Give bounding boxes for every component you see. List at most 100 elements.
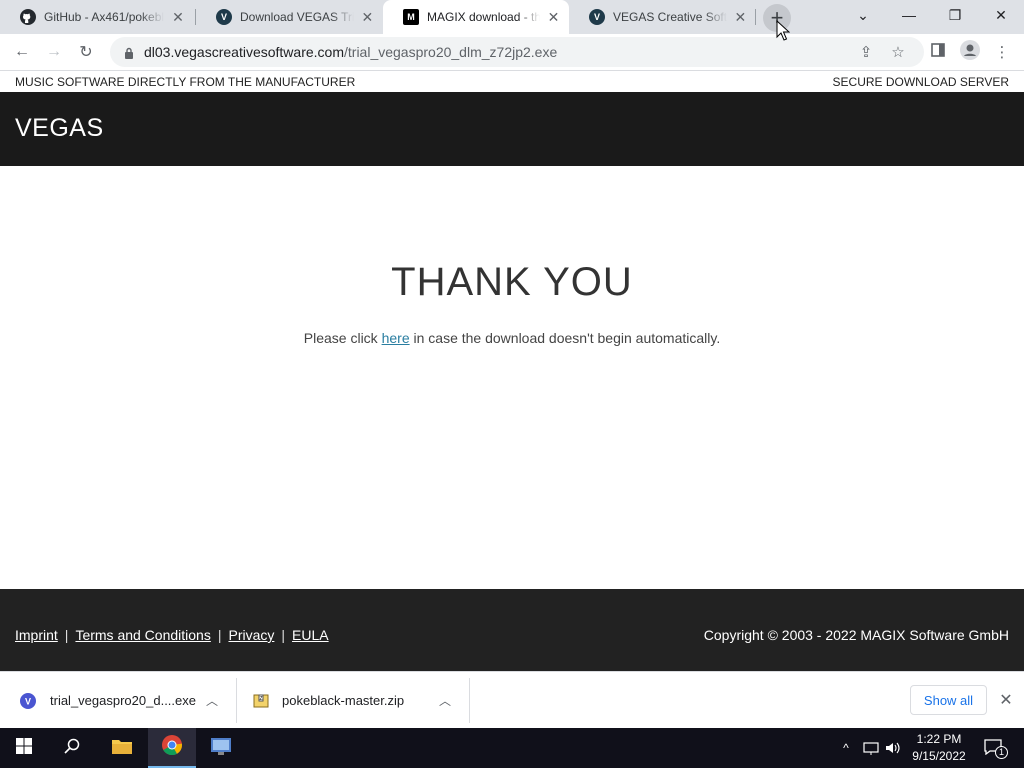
tab-title: GitHub - Ax461/pokeblack <box>44 10 164 24</box>
url-path: /trial_vegaspro20_dlm_z72jp2.exe <box>344 44 558 60</box>
footer-link-terms[interactable]: Terms and Conditions <box>75 627 210 643</box>
restore-icon: ❐ <box>948 6 962 23</box>
hint-text-after: in case the download doesn't begin autom… <box>409 330 721 346</box>
star-icon: ☆ <box>891 44 905 61</box>
download-link[interactable]: here <box>382 330 410 346</box>
notification-icon: 1 <box>984 739 1008 759</box>
file-explorer-button[interactable] <box>98 728 146 768</box>
vegas-icon: V <box>589 9 605 25</box>
minimize-icon: — <box>902 7 916 23</box>
tab-download-vegas[interactable]: V Download VEGAS Trial ✕ <box>196 0 383 34</box>
zip-icon: Z <box>253 693 269 709</box>
magix-icon: M <box>403 9 419 25</box>
chevron-down-icon: ⌄ <box>857 6 869 23</box>
site-header: VEGAS <box>0 92 1024 166</box>
download-hint: Please click here in case the download d… <box>0 330 1024 346</box>
close-icon[interactable]: ✕ <box>360 9 375 25</box>
more-vert-icon: ⋮ <box>994 44 1010 61</box>
avatar <box>960 40 980 64</box>
forward-button[interactable]: → <box>40 38 68 66</box>
shelf-divider <box>469 678 470 723</box>
shelf-divider <box>236 678 237 723</box>
lock-icon <box>124 45 136 59</box>
address-bar[interactable]: dl03.vegascreativesoftware.com/trial_veg… <box>110 37 924 67</box>
browser-toolbar: ← → ↻ dl03.vegascreativesoftware.com/tri… <box>0 34 1024 71</box>
footer-separator: | <box>217 627 222 643</box>
close-icon[interactable]: ✕ <box>733 9 748 25</box>
minimize-button[interactable]: — <box>886 0 932 30</box>
profile-button[interactable] <box>956 38 984 66</box>
download-item-zip[interactable]: Z pokeblack-master.zip ︿ <box>253 672 468 729</box>
chevron-up-icon[interactable]: ︿ <box>437 693 453 709</box>
bookmark-button[interactable]: ☆ <box>884 38 912 66</box>
footer-link-imprint[interactable]: Imprint <box>15 627 58 643</box>
download-filename: trial_vegaspro20_d....exe <box>50 693 196 708</box>
chrome-taskbar-button[interactable] <box>148 728 196 768</box>
side-panel-button[interactable] <box>924 38 952 66</box>
vegas-logo[interactable]: VEGAS <box>15 114 104 143</box>
close-icon[interactable]: ✕ <box>170 9 186 25</box>
network-icon[interactable] <box>862 728 880 768</box>
tab-github[interactable]: GitHub - Ax461/pokeblack ✕ <box>0 0 195 34</box>
cursor-icon <box>776 20 790 41</box>
top-info-bar: MUSIC SOFTWARE DIRECTLY FROM THE MANUFAC… <box>0 71 1024 92</box>
close-icon: ✕ <box>995 6 1007 23</box>
menu-button[interactable]: ⋮ <box>988 38 1016 66</box>
tab-search-button[interactable]: ⌄ <box>840 0 886 30</box>
vegas-icon: V <box>216 9 232 25</box>
arrow-right-icon: → <box>46 43 62 60</box>
app-taskbar-button[interactable] <box>197 728 245 768</box>
close-icon[interactable]: ✕ <box>546 9 561 25</box>
clock-time: 1:22 PM <box>916 732 962 746</box>
side-panel-icon <box>931 43 945 61</box>
tab-vegas-creative[interactable]: V VEGAS Creative Software ✕ <box>569 0 756 34</box>
reload-icon: ↻ <box>79 44 93 61</box>
clock-date: 9/15/2022 <box>912 749 966 763</box>
footer-link-eula[interactable]: EULA <box>292 627 329 643</box>
vegas-icon: V <box>20 692 36 709</box>
close-shelf-button[interactable]: ✕ <box>996 690 1016 710</box>
download-shelf: V trial_vegaspro20_d....exe ︿ Z pokeblac… <box>0 671 1024 728</box>
close-window-button[interactable]: ✕ <box>978 0 1024 30</box>
windows-taskbar: ^ 1:22 PM 9/15/2022 1 <box>0 728 1024 768</box>
page-title: THANK YOU <box>391 260 633 304</box>
secure-server-label: SECURE DOWNLOAD SERVER <box>832 74 1009 89</box>
show-all-button[interactable]: Show all <box>910 685 987 715</box>
search-button[interactable] <box>48 728 96 768</box>
folder-icon <box>111 737 133 760</box>
tab-title: VEGAS Creative Software <box>613 10 727 24</box>
notification-center-button[interactable]: 1 <box>980 728 1010 768</box>
download-item-vegas[interactable]: V trial_vegaspro20_d....exe ︿ <box>20 672 235 729</box>
chevron-up-icon[interactable]: ︿ <box>204 693 220 709</box>
footer-link-privacy[interactable]: Privacy <box>228 627 274 643</box>
notification-badge: 1 <box>995 746 1008 759</box>
chrome-icon <box>161 734 183 761</box>
footer-links: Imprint | Terms and Conditions | Privacy… <box>15 627 329 643</box>
volume-icon[interactable] <box>884 728 902 768</box>
share-icon: ⇪ <box>859 44 873 61</box>
reload-button[interactable]: ↻ <box>72 38 100 66</box>
url-host: dl03.vegascreativesoftware.com <box>144 44 344 60</box>
start-button[interactable] <box>0 728 48 768</box>
close-icon: ✕ <box>999 692 1013 709</box>
tab-strip: GitHub - Ax461/pokeblack ✕ V Download VE… <box>0 0 1024 34</box>
share-button[interactable]: ⇪ <box>852 38 880 66</box>
search-icon <box>64 738 80 759</box>
tab-divider <box>755 9 756 25</box>
main-content: THANK YOU Please click here in case the … <box>0 166 1024 589</box>
taskbar-clock[interactable]: 1:22 PM 9/15/2022 <box>905 731 973 765</box>
footer-separator: | <box>64 627 69 643</box>
svg-text:V: V <box>25 696 31 706</box>
github-icon <box>20 9 36 25</box>
arrow-left-icon: ← <box>14 43 30 60</box>
windows-icon <box>16 737 32 759</box>
back-button[interactable]: ← <box>8 38 36 66</box>
site-footer: Imprint | Terms and Conditions | Privacy… <box>0 589 1024 671</box>
download-filename: pokeblack-master.zip <box>282 693 405 708</box>
restore-button[interactable]: ❐ <box>932 0 978 30</box>
tagline: MUSIC SOFTWARE DIRECTLY FROM THE MANUFAC… <box>15 74 356 89</box>
chevron-up-icon[interactable]: ^ <box>838 728 854 768</box>
tab-magix-download[interactable]: M MAGIX download - thank you ✕ <box>383 0 569 34</box>
copyright-text: Copyright © 2003 - 2022 MAGIX Software G… <box>703 627 1009 643</box>
app-icon <box>210 736 232 761</box>
